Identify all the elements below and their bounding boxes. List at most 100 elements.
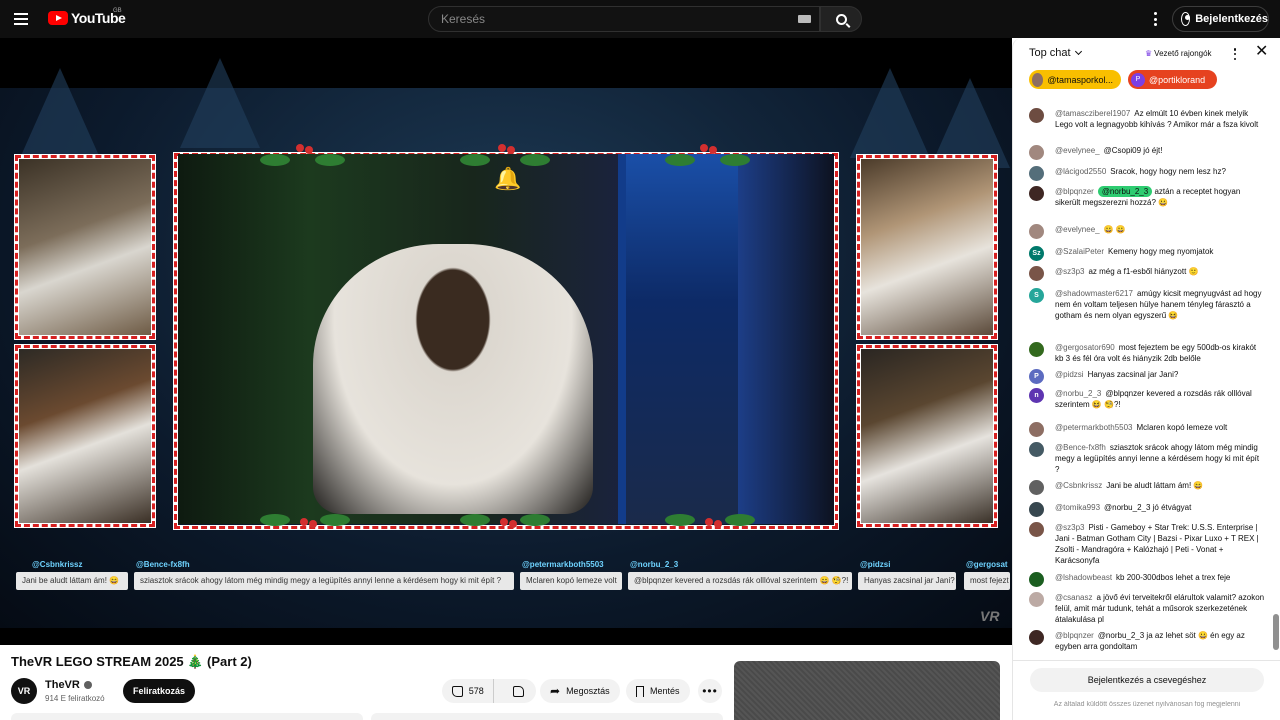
chat-message[interactable]: @evelynee_ @Csopi09 jó éjt! — [1029, 145, 1265, 160]
avatar[interactable]: Sz — [1029, 246, 1044, 261]
chat-messages[interactable]: @tamascziberel1907 Az elmúlt 10 évben kin… — [1013, 98, 1271, 658]
channel-avatar[interactable]: VR — [11, 678, 37, 704]
dislike-button[interactable] — [500, 679, 536, 703]
avatar[interactable] — [1029, 108, 1044, 123]
avatar[interactable] — [1029, 266, 1044, 281]
avatar[interactable]: n — [1029, 388, 1044, 403]
keyboard-icon[interactable] — [798, 15, 811, 23]
avatar: P — [1131, 72, 1145, 87]
save-button[interactable]: Mentés — [626, 679, 690, 703]
share-button[interactable]: ➦ Megosztás — [540, 679, 620, 703]
avatar[interactable] — [1029, 480, 1044, 495]
camera-frame — [856, 344, 998, 528]
video-player[interactable]: 🔔 @Csbnkrissz Jani be aludt láttam ám! 😄… — [0, 38, 1012, 645]
chat-message[interactable]: @csanasz a jövő évi terveitekről elárulto… — [1029, 592, 1265, 625]
chat-author[interactable]: @pidzsi — [1055, 370, 1084, 379]
close-icon[interactable]: ✕ — [1255, 44, 1268, 60]
chat-author[interactable]: @gergosator690 — [1055, 343, 1115, 352]
like-button[interactable]: 578 — [442, 679, 495, 703]
ticker-author: @pidzsi — [860, 560, 891, 569]
camera-frame — [14, 344, 156, 528]
chat-scrollbar[interactable] — [1271, 98, 1279, 658]
chat-author[interactable]: @evelynee_ — [1055, 225, 1100, 234]
avatar[interactable]: S — [1029, 288, 1044, 303]
masthead: YouTube GB Bejelentkezés — [0, 0, 1280, 38]
related-video-thumbnail[interactable] — [734, 661, 1000, 720]
chat-author[interactable]: @Bence-fx8fh — [1055, 443, 1106, 452]
chat-message[interactable]: @blpqnzer @norbu_2_3 ja az lehet söt 😀 én… — [1029, 630, 1265, 652]
avatar[interactable] — [1029, 166, 1044, 181]
chat-message[interactable]: P @pidzsi Hanyas zacsinal jar Jani? — [1029, 369, 1265, 384]
chat-message[interactable]: @Csbnkrissz Jani be aludt láttam ám! 😄 — [1029, 480, 1265, 495]
thumbs-down-icon — [512, 685, 524, 697]
chat-message-text: @norbu_2_3 jó étvágyat — [1104, 503, 1192, 512]
avatar[interactable] — [1029, 224, 1044, 239]
chat-author[interactable]: @tamascziberel1907 — [1055, 109, 1130, 118]
chat-author[interactable]: @lácigod2550 — [1055, 167, 1106, 176]
signin-button[interactable]: Bejelentkezés — [1172, 6, 1269, 32]
avatar[interactable] — [1029, 342, 1044, 357]
chat-message[interactable]: @lácigod2550 Sracok, hogy hogy nem lesz h… — [1029, 166, 1265, 181]
chat-message[interactable]: Sz @SzalaiPeter Kemeny hogy meg nyomjatok — [1029, 246, 1265, 261]
description-box[interactable] — [11, 713, 363, 720]
avatar[interactable] — [1029, 442, 1044, 457]
subscribe-button[interactable]: Feliratkozás — [123, 679, 195, 703]
chat-message[interactable]: @evelynee_ 😀 😀 — [1029, 224, 1265, 239]
avatar[interactable]: P — [1029, 369, 1044, 384]
mention-chip[interactable]: @norbu_2_3 — [1097, 186, 1153, 197]
chat-message[interactable]: @tomika993 @norbu_2_3 jó étvágyat — [1029, 502, 1265, 517]
chat-author[interactable]: @Csbnkrissz — [1055, 481, 1102, 490]
chat-author[interactable]: @lshadowbeast — [1055, 573, 1112, 582]
avatar[interactable] — [1029, 572, 1044, 587]
avatar[interactable] — [1029, 630, 1044, 645]
chat-message[interactable]: @sz3p3 Pisti - Gameboy + Star Trek: U.S.S… — [1029, 522, 1265, 566]
ticker-author: @norbu_2_3 — [630, 560, 679, 569]
chat-mode-selector[interactable]: Top chat — [1029, 47, 1082, 59]
description-box[interactable] — [371, 713, 723, 720]
youtube-logo[interactable]: YouTube GB — [48, 8, 126, 26]
pinned-member-chip[interactable]: P @portiklorand — [1128, 70, 1217, 89]
chat-author[interactable]: @sz3p3 — [1055, 523, 1084, 532]
chat-author[interactable]: @shadowmaster6217 — [1055, 289, 1133, 298]
avatar[interactable] — [1029, 502, 1044, 517]
top-fans-button[interactable]: ♛ Vezető rajongók — [1145, 49, 1212, 58]
avatar[interactable] — [1029, 422, 1044, 437]
chat-author[interactable]: @blpqnzer — [1055, 187, 1094, 196]
settings-more-icon[interactable] — [1150, 12, 1160, 26]
ticker-author: @Bence-fx8fh — [136, 560, 190, 569]
scroll-thumb[interactable] — [1273, 614, 1279, 650]
search-button[interactable] — [820, 6, 862, 32]
avatar[interactable] — [1029, 145, 1044, 160]
avatar[interactable] — [1029, 522, 1044, 537]
chat-author[interactable]: @evelynee_ — [1055, 146, 1100, 155]
menu-icon[interactable] — [14, 9, 34, 29]
chat-message[interactable]: n @norbu_2_3 @blpqnzer kevered a rozsdás r… — [1029, 388, 1265, 410]
chat-signin-button[interactable]: Bejelentkezés a csevegéshez — [1030, 668, 1264, 692]
more-actions-button[interactable]: ••• — [698, 679, 722, 703]
pinned-member-chip[interactable]: @tamasporkol... — [1029, 70, 1121, 89]
channel-name[interactable]: TheVR — [45, 679, 92, 691]
channel-watermark[interactable]: VR — [980, 608, 999, 624]
ticker-message: Hanyas zacsinal jar Jani? — [858, 572, 956, 590]
chat-author[interactable]: @petermarkboth5503 — [1055, 423, 1133, 432]
chat-author[interactable]: @csanasz — [1055, 593, 1092, 602]
chat-author[interactable]: @sz3p3 — [1055, 267, 1084, 276]
avatar[interactable] — [1029, 592, 1044, 607]
chat-more-icon[interactable] — [1232, 48, 1238, 60]
chat-author[interactable]: @blpqnzer — [1055, 631, 1094, 640]
avatar[interactable] — [1029, 186, 1044, 201]
chat-message[interactable]: @sz3p3 az még a f1-esből hiányzott 🙂 — [1029, 266, 1265, 281]
search-input[interactable] — [429, 7, 789, 31]
chat-message[interactable]: @blpqnzer @norbu_2_3 aztán a receptet hog… — [1029, 186, 1265, 208]
chat-message[interactable]: @petermarkboth5503 Mclaren kopó lemeze vo… — [1029, 422, 1265, 437]
chat-author[interactable]: @norbu_2_3 — [1055, 389, 1101, 398]
account-icon — [1181, 12, 1191, 26]
chat-message[interactable]: @gergosator690 most fejeztem be egy 500db… — [1029, 342, 1265, 364]
camera-frame — [856, 154, 998, 340]
chat-message[interactable]: @lshadowbeast kb 200-300dbos lehet a trex… — [1029, 572, 1265, 587]
chat-author[interactable]: @SzalaiPeter — [1055, 247, 1104, 256]
chat-message[interactable]: @Bence-fx8fh sziasztok srácok ahogy látom… — [1029, 442, 1265, 475]
chat-message[interactable]: @tamascziberel1907 Az elmúlt 10 évben kin… — [1029, 108, 1265, 130]
chat-message[interactable]: S @shadowmaster6217 amúgy kicsit megnyugvá… — [1029, 288, 1265, 321]
chat-author[interactable]: @tomika993 — [1055, 503, 1100, 512]
